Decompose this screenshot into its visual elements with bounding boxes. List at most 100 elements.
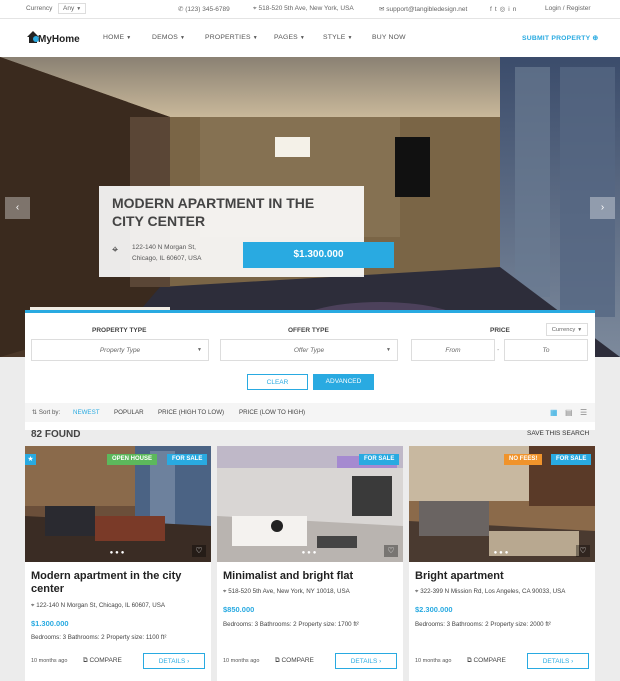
location-pin-icon: ⌖ [253, 5, 257, 12]
listing-card-2[interactable]: FOR SALE ●●● ♡ Minimalist and bright fla… [217, 446, 403, 681]
listing-photo[interactable]: NO FEES! FOR SALE ●●● ♡ [409, 446, 595, 562]
nav-style[interactable]: STYLE ▼ [323, 34, 353, 41]
top-bar: Currency Any ▼ ✆ (123) 345-6789 ⌖ 518-520… [0, 0, 620, 19]
compare-icon: ⧉ [467, 657, 472, 664]
tag-for-sale: FOR SALE [359, 454, 400, 465]
photo-carousel-dots[interactable]: ●●● [217, 550, 403, 556]
logo-text: MyHome [38, 34, 80, 45]
chevron-down-icon: ▼ [386, 347, 391, 353]
advanced-button[interactable]: ADVANCED [313, 374, 374, 390]
sort-popular[interactable]: POPULAR [114, 409, 144, 416]
listing-time-ago: 10 months ago [31, 658, 68, 664]
hero-address: 122-140 N Morgan St, Chicago, IL 60607, U… [132, 244, 202, 262]
price-range-dash: - [497, 347, 500, 354]
price-label: PRICE [490, 327, 510, 334]
compare-icon: ⧉ [83, 657, 88, 664]
location-pin-icon: ⌖ [415, 588, 419, 595]
heart-icon[interactable]: ♡ [384, 545, 398, 557]
compare-button[interactable]: ⧉ COMPARE [467, 657, 506, 665]
nav-demos[interactable]: DEMOS ▼ [152, 34, 185, 41]
listing-time-ago: 10 months ago [415, 658, 452, 664]
sort-price-high-low[interactable]: PRICE (HIGH TO LOW) [158, 409, 224, 416]
property-type-label: PROPERTY TYPE [92, 327, 147, 334]
listing-price: $850.000 [223, 605, 255, 614]
details-button[interactable]: DETAILS › [143, 653, 205, 669]
currency-label: Currency [26, 5, 53, 12]
sort-bar: ⇅ Sort by: NEWEST POPULAR PRICE (HIGH TO… [25, 403, 595, 422]
hero-caption: MODERN APARTMENT IN THE CITY CENTER ⌖ 12… [99, 186, 394, 277]
nav-pages[interactable]: PAGES ▼ [274, 34, 305, 41]
listing-specs: Bedrooms: 3 Bathrooms: 2 Property size: … [223, 621, 359, 628]
compare-button[interactable]: ⧉ COMPARE [83, 657, 122, 665]
hero-title[interactable]: MODERN APARTMENT IN THE CITY CENTER [112, 194, 322, 230]
details-button[interactable]: DETAILS › [527, 653, 589, 669]
listing-specs: Bedrooms: 3 Bathrooms: 2 Property size: … [31, 634, 167, 641]
social-icons[interactable]: ft◎in [490, 5, 519, 13]
linkedin-icon: in [508, 6, 520, 13]
hero-price-button[interactable]: $1.300.000 [243, 242, 394, 268]
sort-icon: ⇅ [32, 409, 38, 416]
listing-address: ⌖ 322-399 N Mission Rd, Los Angeles, CA … [415, 588, 566, 595]
sort-label: ⇅ Sort by: [32, 409, 61, 416]
currency-select[interactable]: Currency ▼ [546, 323, 588, 336]
grid-view-icon[interactable]: ▦ [550, 408, 558, 417]
location-pin-icon: ⌖ [223, 588, 227, 595]
listing-photo[interactable]: ★ OPEN HOUSE FOR SALE ●●● ♡ [25, 446, 211, 562]
plus-circle-icon: ⊕ [592, 35, 599, 42]
nav-properties[interactable]: PROPERTIES ▼ [205, 34, 258, 41]
offer-type-label: OFFER TYPE [288, 327, 329, 334]
details-button[interactable]: DETAILS › [335, 653, 397, 669]
featured-star-icon: ★ [25, 454, 36, 465]
listing-photo[interactable]: FOR SALE ●●● ♡ [217, 446, 403, 562]
listing-time-ago: 10 months ago [223, 658, 260, 664]
price-from-input[interactable]: From [411, 339, 495, 361]
nav-buy-now[interactable]: BUY NOW [372, 34, 406, 41]
instagram-icon: ◎ [499, 6, 509, 13]
location-pin-icon: ⌖ [112, 244, 119, 256]
hero-next-button[interactable]: › [590, 197, 615, 219]
listing-address: ⌖ 122-140 N Morgan St, Chicago, IL 60607… [31, 602, 165, 609]
address-info: ⌖ 518-520 5th Ave, New York, USA [253, 5, 354, 12]
email-info[interactable]: ✉ support@tangibledesign.net [379, 5, 467, 13]
compare-button[interactable]: ⧉ COMPARE [275, 657, 314, 665]
tag-open-house: OPEN HOUSE [107, 454, 158, 465]
tag-no-fees: NO FEES! [504, 454, 543, 465]
phone-info[interactable]: ✆ (123) 345-6789 [178, 5, 230, 13]
results-count: 82 FOUND [31, 429, 81, 440]
chevron-down-icon: ▼ [197, 347, 202, 353]
listing-price: $2.300.000 [415, 605, 453, 614]
offer-type-select[interactable]: Offer Type ▼ [220, 339, 398, 361]
listing-title[interactable]: Modern apartment in the city center [31, 570, 207, 596]
list-view-icon[interactable]: ☰ [580, 408, 587, 417]
listing-specs: Bedrooms: 3 Bathrooms: 2 Property size: … [415, 621, 551, 628]
sort-newest[interactable]: NEWEST [73, 409, 99, 416]
listing-title[interactable]: Bright apartment [415, 570, 591, 583]
listing-card-3[interactable]: NO FEES! FOR SALE ●●● ♡ Bright apartment… [409, 446, 595, 681]
tag-for-sale: FOR SALE [167, 454, 208, 465]
property-type-select[interactable]: Property Type ▼ [31, 339, 209, 361]
phone-icon: ✆ [178, 6, 184, 13]
heart-icon[interactable]: ♡ [192, 545, 206, 557]
location-pin-icon: ⌖ [31, 602, 35, 609]
save-search-link[interactable]: SAVE THIS SEARCH [527, 430, 589, 437]
logo[interactable]: MyHome [26, 30, 80, 46]
grid-large-view-icon[interactable]: ▤ [565, 408, 573, 417]
submit-property-link[interactable]: SUBMIT PROPERTY ⊕ [522, 34, 598, 42]
envelope-icon: ✉ [379, 6, 385, 13]
currency-select[interactable]: Any ▼ [58, 3, 87, 14]
listing-title[interactable]: Minimalist and bright flat [223, 570, 399, 583]
login-register-link[interactable]: Login / Register [545, 5, 591, 12]
search-panel: PROPERTY TYPE Property Type ▼ OFFER TYPE … [25, 310, 595, 430]
listing-address: ⌖ 518-520 5th Ave, New York, NY 10018, U… [223, 588, 350, 595]
price-to-input[interactable]: To [504, 339, 588, 361]
clear-button[interactable]: CLEAR [247, 374, 308, 390]
listing-price: $1.300.000 [31, 619, 69, 628]
hero-prev-button[interactable]: ‹ [5, 197, 30, 219]
main-navigation: MyHome HOME ▼ DEMOS ▼ PROPERTIES ▼ PAGES ▼ S… [0, 19, 620, 57]
listing-card-1[interactable]: ★ OPEN HOUSE FOR SALE ●●● ♡ Modern apart… [25, 446, 211, 681]
nav-home[interactable]: HOME ▼ [103, 34, 131, 41]
photo-carousel-dots[interactable]: ●●● [409, 550, 595, 556]
photo-carousel-dots[interactable]: ●●● [25, 550, 211, 556]
heart-icon[interactable]: ♡ [576, 545, 590, 557]
sort-price-low-high[interactable]: PRICE (LOW TO HIGH) [239, 409, 305, 416]
